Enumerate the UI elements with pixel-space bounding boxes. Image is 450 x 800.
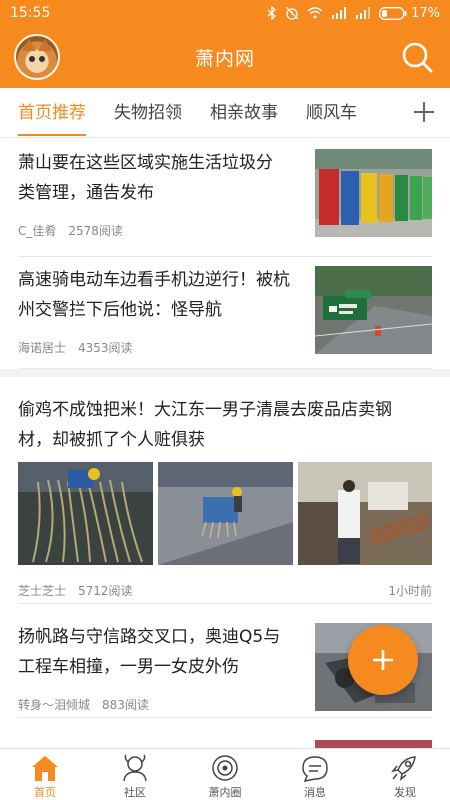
app-bar: 萧内网 [0,26,450,88]
news-image [158,462,293,565]
nav-discover[interactable]: 发现 [360,749,450,800]
list-item[interactable] [0,718,450,748]
wifi-icon [307,7,323,19]
news-image [18,462,153,565]
news-title: 萧山要在这些区域实施生活垃圾分 类管理，通告发布 [18,153,273,203]
search-icon[interactable] [400,40,434,74]
nav-messages[interactable]: 消息 [270,749,360,800]
news-meta: 海诺居士 4353阅读 [18,339,133,356]
list-item[interactable]: 偷鸡不成蚀把米！大江东一男子清晨去废品店卖钢 材，却被抓了个人赃俱获 芝士芝士 … [0,377,450,604]
news-meta: 转身～泪倾城 883阅读 [18,696,149,713]
bluetooth-icon [267,6,277,20]
tab-dating-stories[interactable]: 相亲故事 [182,88,278,138]
news-meta: 芝士芝士 5712阅读 [18,582,133,599]
read-count: 4353阅读 [78,341,133,355]
status-time: 15:55 [10,5,51,21]
tab-lost-found[interactable]: 失物招领 [86,88,182,138]
read-count: 2578阅读 [68,224,123,238]
page-title: 萧内网 [194,47,255,70]
signal-icon [356,7,371,19]
home-icon [32,756,58,781]
nav-label: 消息 [304,786,326,799]
list-item[interactable]: 萧山要在这些区域实施生活垃圾分 类管理，通告发布 C_佳肴 2578阅读 [0,140,450,257]
rocket-icon [391,756,416,781]
status-bar: 15:55 17% [0,0,450,26]
news-image [298,462,432,565]
nav-label: 萧内圈 [208,786,242,799]
post-time: 1小时前 [388,584,432,598]
author-name: 转身～泪倾城 [18,698,91,712]
tab-carpool[interactable]: 顺风车 [278,88,357,138]
news-title: 扬帆路与守信路交叉口，奥迪Q5与 工程车相撞，一男一女皮外伤 [18,627,281,677]
alarm-icon [285,6,299,20]
news-thumbnail [315,149,432,237]
news-meta: C_佳肴 2578阅读 [18,222,123,239]
battery-indicator: 17% [379,6,440,21]
news-title: 高速骑电动车边看手机边逆行！被杭 州交警拦下后他说：怪导航 [18,270,290,320]
read-count: 5712阅读 [78,584,133,598]
list-item[interactable]: 高速骑电动车边看手机边逆行！被杭 州交警拦下后他说：怪导航 海诺居士 4353阅读 [0,257,450,369]
avatar[interactable] [14,34,60,80]
nav-label: 首页 [34,786,56,799]
add-tab-icon[interactable] [408,96,440,128]
nav-circle[interactable]: 萧内圈 [180,749,270,800]
nav-community[interactable]: 社区 [90,749,180,800]
news-title: 偷鸡不成蚀把米！大江东一男子清晨去废品店卖钢 材，却被抓了个人赃俱获 [18,400,392,450]
author-name: 海诺居士 [18,341,67,355]
circle-icon [212,755,238,781]
news-thumbnail [315,740,432,748]
community-icon [123,754,147,782]
nav-label: 社区 [124,786,146,799]
plus-icon [373,650,393,670]
author-name: C_佳肴 [18,224,57,238]
category-tabs: 首页推荐 失物招领 相亲故事 顺风车 [0,88,450,138]
news-thumbnail [315,266,432,354]
read-count: 883阅读 [102,698,149,712]
author-name: 芝士芝士 [18,584,67,598]
message-icon [302,756,328,782]
add-post-button[interactable] [348,625,418,695]
tab-home-recommend[interactable]: 首页推荐 [0,88,86,138]
signal-icon [332,7,347,19]
bottom-nav: 首页 社区 萧内圈 消息 发现 [0,748,450,800]
battery-icon [379,6,407,20]
nav-home[interactable]: 首页 [0,749,90,800]
nav-label: 发现 [394,786,416,799]
battery-percent: 17% [411,5,440,21]
